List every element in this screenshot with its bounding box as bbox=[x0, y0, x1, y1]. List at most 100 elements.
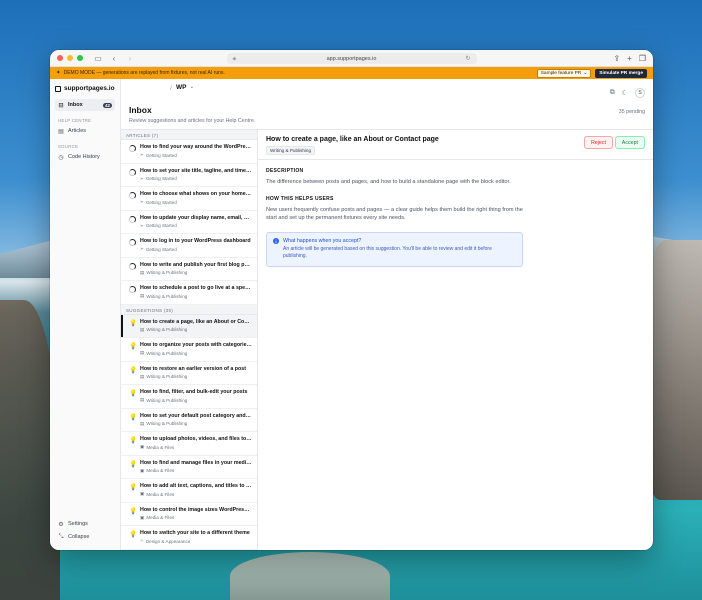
collapse-icon: ⤡ bbox=[58, 533, 64, 540]
suggestions-section-header: SUGGESTIONS (35) bbox=[121, 304, 257, 315]
address-bar[interactable]: ◈ app.supportpages.io ↻ bbox=[226, 53, 477, 64]
suggestion-row[interactable]: 💡 How to upload photos, videos, and files… bbox=[121, 432, 257, 456]
reject-button[interactable]: Reject bbox=[583, 136, 613, 149]
generating-spinner-icon bbox=[129, 168, 136, 176]
row-category: ➢ Getting Started bbox=[140, 223, 252, 229]
row-category: ➢ Getting Started bbox=[140, 152, 252, 158]
sidebar-item-label: Collapse bbox=[68, 534, 90, 540]
row-title: How to upload photos, videos, and files … bbox=[140, 436, 252, 442]
sidebar: supportpages.io ⊟ Inbox 42 HELP CENTRE ▤… bbox=[50, 79, 121, 550]
sidebar-item-collapse[interactable]: ⤡ Collapse bbox=[55, 531, 116, 543]
row-title: How to add alt text, captions, and title… bbox=[140, 483, 252, 489]
share-icon[interactable]: ⇪ bbox=[613, 54, 620, 63]
suggestion-row[interactable]: 💡 How to organize your posts with categor… bbox=[121, 338, 257, 362]
lightbulb-icon: 💡 bbox=[129, 531, 138, 538]
reload-icon[interactable]: ↻ bbox=[465, 55, 470, 62]
moon-icon[interactable]: ☾ bbox=[622, 89, 628, 97]
suggestion-row[interactable]: 💡 How to find, filter, and bulk-edit your… bbox=[121, 385, 257, 409]
maximize-window-button[interactable] bbox=[77, 55, 83, 61]
suggestion-row[interactable]: 💡 How to control the image sizes WordPres… bbox=[121, 503, 257, 526]
avatar[interactable]: S bbox=[635, 87, 645, 98]
sidebar-toggle-icon[interactable]: ▭ bbox=[93, 53, 103, 63]
section-label-source: SOURCE bbox=[58, 144, 79, 149]
suggestion-row[interactable]: 💡 How to create a page, like an About or … bbox=[121, 314, 257, 338]
article-row[interactable]: How to choose what shows on your homepag… bbox=[121, 187, 257, 211]
row-category: ▣ Media & Files bbox=[140, 468, 252, 474]
sidebar-item-settings[interactable]: ⚙ Settings bbox=[55, 518, 116, 530]
row-category-label: Writing & Publishing bbox=[146, 350, 188, 356]
pending-count: 35 pending bbox=[618, 109, 645, 115]
document-icon: ▤ bbox=[140, 293, 145, 298]
row-title: How to restore an earlier version of a p… bbox=[140, 365, 246, 372]
article-row[interactable]: How to update your display name, email, … bbox=[121, 211, 257, 234]
image-icon: ▣ bbox=[140, 491, 145, 496]
row-category: ▤ Writing & Publishing bbox=[140, 350, 252, 356]
row-category: ➢ Getting Started bbox=[140, 246, 252, 252]
logo-icon bbox=[55, 85, 61, 92]
suggestion-row[interactable]: 💡 How to find and manage files in your me… bbox=[121, 456, 257, 479]
row-title: How to schedule a post to go live at a s… bbox=[140, 285, 252, 291]
suggestion-row[interactable]: 💡 How to restore an earlier version of a … bbox=[121, 362, 257, 385]
row-category: ▤ Writing & Publishing bbox=[140, 293, 252, 299]
description-text: The difference between posts and pages, … bbox=[266, 179, 511, 185]
row-category: ▣ Media & Files bbox=[140, 444, 252, 450]
row-title: How to control the image sizes WordPress… bbox=[140, 506, 252, 513]
category-chip: Writing & Publishing bbox=[266, 146, 316, 155]
article-row[interactable]: How to schedule a post to go live at a s… bbox=[121, 281, 257, 305]
minimize-window-button[interactable] bbox=[67, 55, 73, 61]
new-tab-icon[interactable]: + bbox=[627, 54, 632, 63]
suggestion-row[interactable]: 💡 How to add alt text, captions, and titl… bbox=[121, 479, 257, 503]
simulate-pr-merge-button[interactable]: Simulate PR merge bbox=[595, 68, 647, 78]
article-row[interactable]: How to find your way around the WordPres… bbox=[121, 140, 257, 164]
row-title: How to find, filter, and bulk-edit your … bbox=[140, 389, 248, 395]
articles-section-header: ARTICLES (7) bbox=[121, 130, 257, 140]
detail-header: How to create a page, like an About or C… bbox=[258, 130, 653, 160]
row-title: How to create a page, like an About or C… bbox=[140, 318, 252, 325]
generating-spinner-icon bbox=[129, 192, 136, 199]
send-icon: ➢ bbox=[140, 152, 144, 157]
suggestion-row[interactable]: 💡 How to switch your site to a different … bbox=[121, 526, 257, 550]
sidebar-item-label: Inbox bbox=[68, 102, 83, 108]
back-icon[interactable]: ‹ bbox=[109, 53, 119, 63]
article-row[interactable]: How to write and publish your first blog… bbox=[121, 258, 257, 281]
sample-feature-pr-select[interactable]: Sample feature PR ⌄ bbox=[536, 68, 592, 78]
article-row[interactable]: How to set your site title, tagline, and… bbox=[121, 164, 257, 187]
row-category: ▣ Media & Files bbox=[140, 515, 252, 521]
send-icon: ➢ bbox=[140, 175, 144, 181]
lightbulb-icon: 💡 bbox=[129, 507, 138, 515]
article-row[interactable]: How to log in to your WordPress dashboar… bbox=[121, 234, 257, 258]
sidebar-item-articles[interactable]: ▤ Articles bbox=[55, 125, 115, 137]
brand[interactable]: supportpages.io bbox=[55, 85, 115, 92]
row-category: ➢ Getting Started bbox=[140, 199, 252, 205]
sidebar-item-label: Settings bbox=[68, 521, 88, 527]
demo-banner-text: DEMO MODE — generations are replayed fro… bbox=[63, 70, 225, 76]
info-callout: i What happens when you accept? An artic… bbox=[266, 231, 523, 267]
brand-name: supportpages.io bbox=[64, 85, 115, 92]
row-category-label: Media & Files bbox=[146, 444, 175, 450]
sidebar-item-code-history[interactable]: ◷ Code History bbox=[55, 151, 115, 163]
lightbulb-icon: 💡 bbox=[129, 319, 138, 327]
row-title: How to organize your posts with categori… bbox=[140, 342, 252, 348]
row-category-label: Getting Started bbox=[145, 223, 177, 228]
close-window-button[interactable] bbox=[57, 55, 63, 61]
external-link-icon[interactable]: ⧉ bbox=[610, 89, 615, 97]
document-icon: ▤ bbox=[140, 269, 145, 275]
browser-toolbar: ▭ ‹ › ◈ app.supportpages.io ↻ ⇪ + ❐ bbox=[50, 50, 653, 67]
row-category-label: Getting Started bbox=[145, 246, 177, 252]
page-subtitle: Review suggestions and articles for your… bbox=[129, 118, 256, 124]
url-text: app.supportpages.io bbox=[326, 55, 377, 62]
row-title: How to log in to your WordPress dashboar… bbox=[140, 238, 251, 244]
forward-icon[interactable]: › bbox=[125, 53, 135, 63]
row-category-label: Getting Started bbox=[145, 176, 177, 181]
document-icon: ▤ bbox=[140, 420, 145, 426]
accept-button[interactable]: Accept bbox=[614, 136, 645, 149]
tab-overview-icon[interactable]: ❐ bbox=[639, 54, 646, 63]
row-category-label: Writing & Publishing bbox=[146, 397, 188, 403]
row-title: How to set your site title, tagline, and… bbox=[140, 167, 252, 174]
lightbulb-icon: 💡 bbox=[129, 366, 138, 374]
suggestion-row[interactable]: 💡 How to set your default post category a… bbox=[121, 409, 257, 432]
sidebar-item-inbox[interactable]: ⊟ Inbox 42 bbox=[55, 99, 115, 111]
document-icon: ▤ bbox=[58, 128, 64, 135]
description-heading: DESCRIPTION bbox=[266, 168, 304, 174]
row-category: ✧ Design & Appearance bbox=[140, 538, 252, 544]
